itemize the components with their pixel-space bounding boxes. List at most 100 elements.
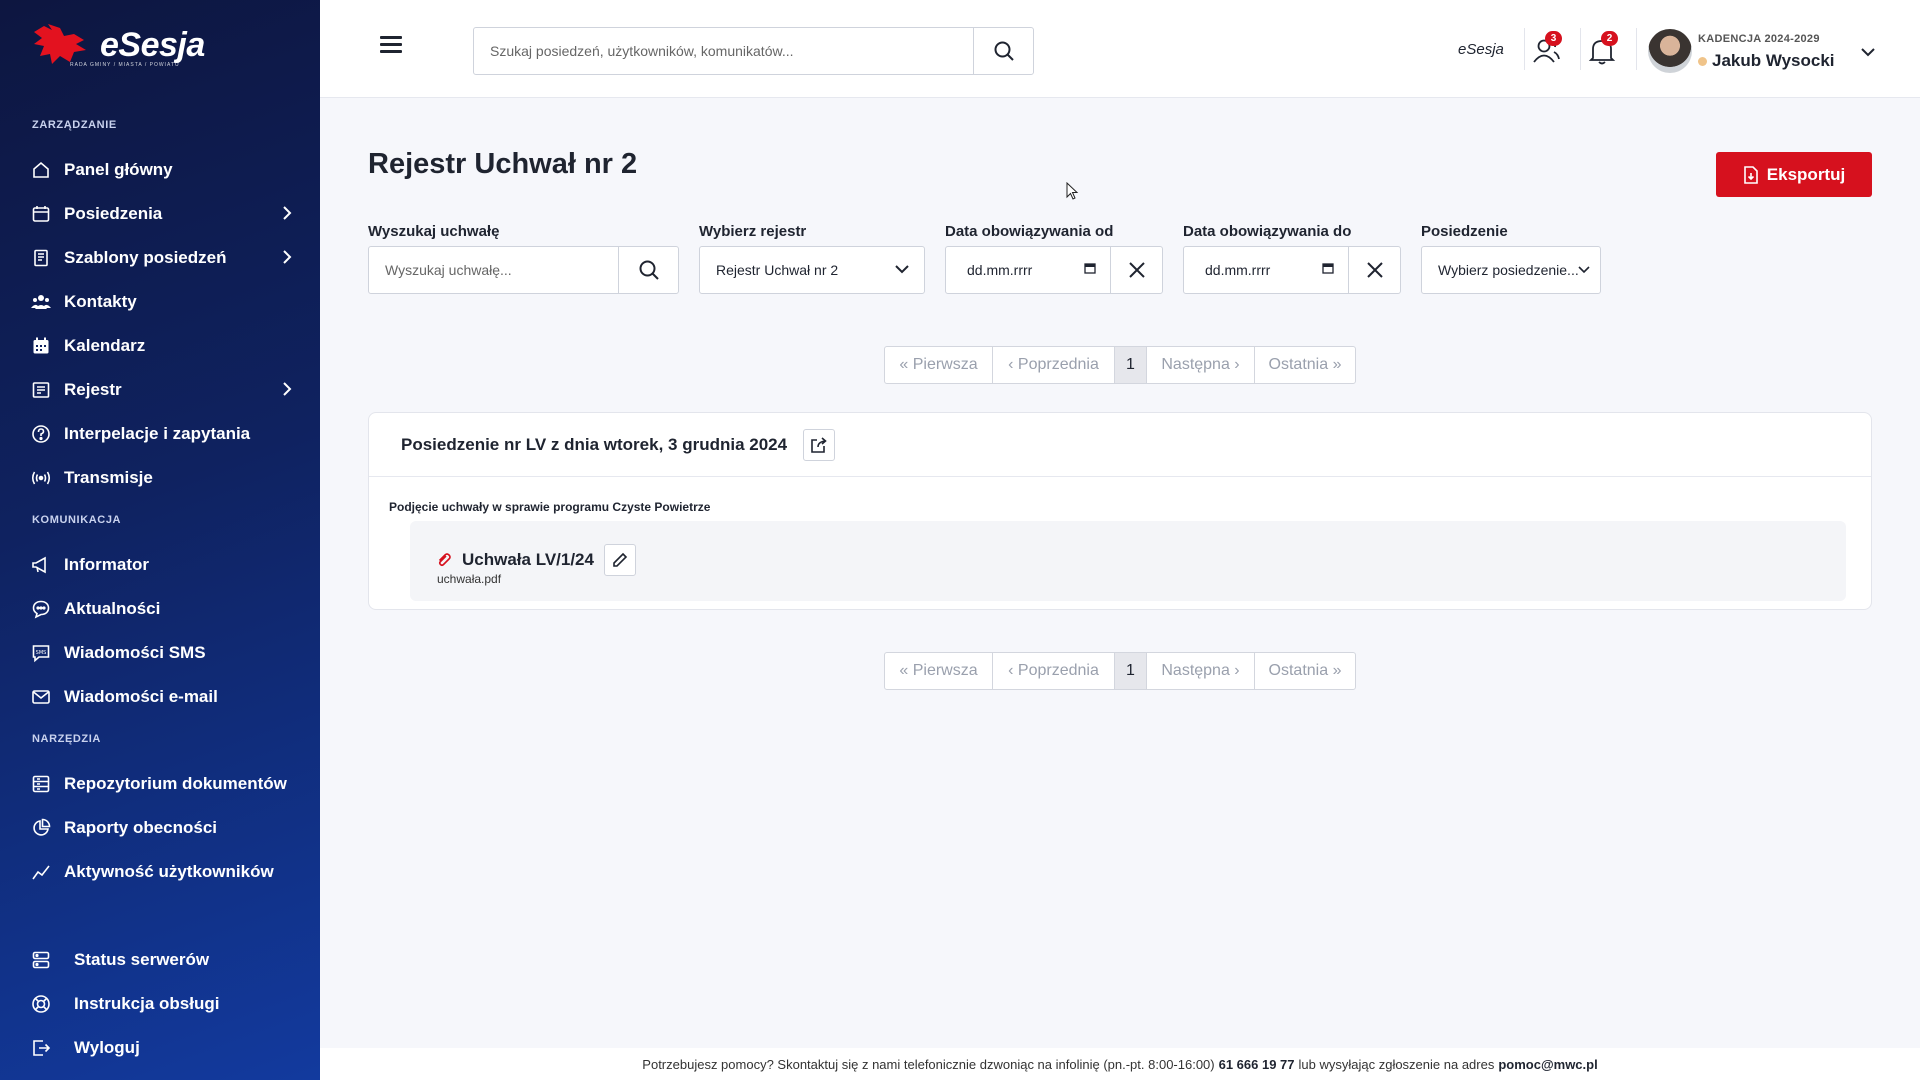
date-from-clear-button[interactable] bbox=[1110, 247, 1162, 293]
session-select[interactable]: Wybierz posiedzenie... bbox=[1421, 246, 1601, 294]
sidebar-item-dashboard[interactable]: Panel główny bbox=[30, 153, 292, 187]
sidebar-item-broadcasts[interactable]: Transmisje bbox=[30, 461, 292, 495]
header-divider bbox=[1524, 28, 1525, 70]
sidebar-item-informator[interactable]: Informator bbox=[30, 548, 292, 582]
sidebar-item-news[interactable]: Aktualności bbox=[30, 592, 292, 626]
paperclip-icon bbox=[438, 553, 451, 567]
calendar-picker-icon[interactable] bbox=[1084, 261, 1110, 279]
sidebar-item-label: Wiadomości SMS bbox=[64, 643, 206, 662]
header-brand[interactable]: eSesja bbox=[1458, 41, 1504, 58]
resolution-search-button[interactable] bbox=[618, 247, 678, 293]
sidebar-item-label: Status serwerów bbox=[74, 950, 210, 969]
export-button[interactable]: Eksportuj bbox=[1716, 152, 1872, 197]
search-icon bbox=[639, 260, 659, 280]
chat-bubble-icon bbox=[30, 598, 52, 620]
chevron-down-icon bbox=[1578, 261, 1600, 279]
footer-middle: lub wysyłając zgłoszenie na adres bbox=[1298, 1056, 1495, 1072]
global-search-button[interactable] bbox=[973, 28, 1033, 74]
date-to-input[interactable]: dd.mm.rrrr bbox=[1184, 262, 1322, 278]
sidebar-item-label: Transmisje bbox=[64, 468, 153, 487]
pagination-first[interactable]: « Pierwsza bbox=[885, 347, 993, 383]
avatar[interactable] bbox=[1648, 29, 1692, 73]
contacts-icon bbox=[30, 291, 52, 313]
sidebar-item-label: Wyloguj bbox=[74, 1038, 140, 1057]
chevron-right-icon bbox=[282, 381, 292, 402]
sidebar-item-label: Szablony posiedzeń bbox=[64, 248, 227, 267]
search-icon bbox=[994, 41, 1014, 61]
register-select-label: Wybierz rejestr bbox=[699, 223, 807, 240]
sidebar-item-sessions[interactable]: Posiedzenia bbox=[30, 197, 292, 231]
home-icon bbox=[30, 159, 52, 181]
pagination-current[interactable]: 1 bbox=[1115, 347, 1147, 383]
sidebar-item-register[interactable]: Rejestr bbox=[30, 373, 292, 407]
notifications-badge: 2 bbox=[1601, 31, 1618, 46]
sidebar-item-manual[interactable]: Instrukcja obsługi bbox=[30, 987, 292, 1021]
close-icon bbox=[1128, 262, 1145, 278]
sidebar-item-calendar[interactable]: Kalendarz bbox=[30, 329, 292, 363]
line-chart-icon bbox=[30, 861, 52, 883]
chevron-down-icon[interactable] bbox=[1860, 44, 1876, 62]
pagination-first[interactable]: « Pierwsza bbox=[885, 653, 993, 689]
global-search bbox=[473, 27, 1034, 75]
footer-email[interactable]: pomoc@mwc.pl bbox=[1498, 1057, 1597, 1072]
sms-icon: SMS bbox=[30, 642, 52, 664]
resolution-search-input[interactable]: Wyszukaj uchwałę... bbox=[369, 262, 618, 278]
sidebar-item-user-activity[interactable]: Aktywność użytkowników bbox=[30, 855, 292, 889]
pagination-prev[interactable]: ‹ Poprzednia bbox=[993, 653, 1115, 689]
sidebar-item-label: Rejestr bbox=[64, 380, 122, 399]
calendar-picker-icon[interactable] bbox=[1322, 261, 1348, 279]
pagination-last[interactable]: Ostatnia » bbox=[1255, 653, 1355, 689]
user-name[interactable]: Jakub Wysocki bbox=[1698, 51, 1835, 71]
question-icon bbox=[30, 423, 52, 445]
mail-icon bbox=[30, 686, 52, 708]
sidebar-item-label: Interpelacje i zapytania bbox=[64, 424, 251, 443]
notifications-button[interactable]: 2 bbox=[1584, 31, 1620, 69]
date-to-clear-button[interactable] bbox=[1348, 247, 1400, 293]
date-from-input[interactable]: dd.mm.rrrr bbox=[946, 262, 1084, 278]
pagination-last[interactable]: Ostatnia » bbox=[1255, 347, 1355, 383]
attachment-file[interactable]: uchwała.pdf bbox=[437, 572, 501, 586]
pagination-prev[interactable]: ‹ Poprzednia bbox=[993, 347, 1115, 383]
top-header: eSesja 3 2 KADENCJA 2024-2029 Jakub Wyso… bbox=[320, 0, 1920, 98]
pagination-current[interactable]: 1 bbox=[1115, 653, 1147, 689]
chevron-down-icon bbox=[894, 261, 924, 279]
sidebar-item-repository[interactable]: Repozytorium dokumentów bbox=[30, 767, 292, 801]
share-button[interactable] bbox=[803, 428, 836, 461]
header-divider bbox=[1636, 28, 1637, 70]
pencil-icon bbox=[613, 552, 628, 567]
footer-phone[interactable]: 61 666 19 77 bbox=[1219, 1057, 1295, 1072]
resolution-name[interactable]: Uchwała LV/1/24 bbox=[462, 550, 594, 570]
pagination-next[interactable]: Następna › bbox=[1147, 653, 1255, 689]
register-icon bbox=[30, 379, 52, 401]
logout-icon bbox=[30, 1037, 52, 1059]
brand-subtitle: RADA GMINY / MIASTA / POWIATU bbox=[70, 62, 180, 68]
header-divider bbox=[1580, 28, 1581, 70]
sidebar-item-label: Wiadomości e-mail bbox=[64, 687, 218, 706]
menu-toggle-icon[interactable] bbox=[380, 36, 402, 54]
sidebar-item-email[interactable]: Wiadomości e-mail bbox=[30, 680, 292, 714]
edit-button[interactable] bbox=[603, 544, 636, 576]
sidebar-item-contacts[interactable]: Kontakty bbox=[30, 285, 292, 319]
sidebar-item-interpellations[interactable]: Interpelacje i zapytania bbox=[30, 417, 292, 451]
sidebar-item-sms[interactable]: SMS Wiadomości SMS bbox=[30, 636, 292, 670]
repository-icon bbox=[30, 773, 52, 795]
pagination-next[interactable]: Następna › bbox=[1147, 347, 1255, 383]
calendar-grid-icon bbox=[30, 335, 52, 357]
sidebar-item-logout[interactable]: Wyloguj bbox=[30, 1031, 292, 1065]
resolution-search-field: Wyszukaj uchwałę... bbox=[368, 246, 679, 294]
sidebar-item-server-status[interactable]: Status serwerów bbox=[30, 943, 292, 977]
sidebar-item-attendance-reports[interactable]: Raporty obecności bbox=[30, 811, 292, 845]
global-search-input[interactable] bbox=[474, 28, 973, 74]
file-export-icon bbox=[1743, 165, 1758, 184]
date-to-label: Data obowiązywania do bbox=[1183, 223, 1352, 240]
sidebar-item-session-templates[interactable]: Szablony posiedzeń bbox=[30, 241, 292, 275]
footer-text: Potrzebujesz pomocy? Skontaktuj się z na… bbox=[642, 1056, 1215, 1072]
pagination-top: « Pierwsza ‹ Poprzednia 1 Następna › Ost… bbox=[884, 346, 1356, 384]
sidebar-item-label: Kalendarz bbox=[64, 336, 146, 355]
sidebar-item-label: Kontakty bbox=[64, 292, 137, 311]
register-select[interactable]: Rejestr Uchwał nr 2 bbox=[699, 246, 925, 294]
sidebar-item-label: Posiedzenia bbox=[64, 204, 163, 223]
footer: Potrzebujesz pomocy? Skontaktuj się z na… bbox=[320, 1048, 1920, 1080]
users-button[interactable]: 3 bbox=[1528, 31, 1564, 69]
template-icon bbox=[30, 247, 52, 269]
